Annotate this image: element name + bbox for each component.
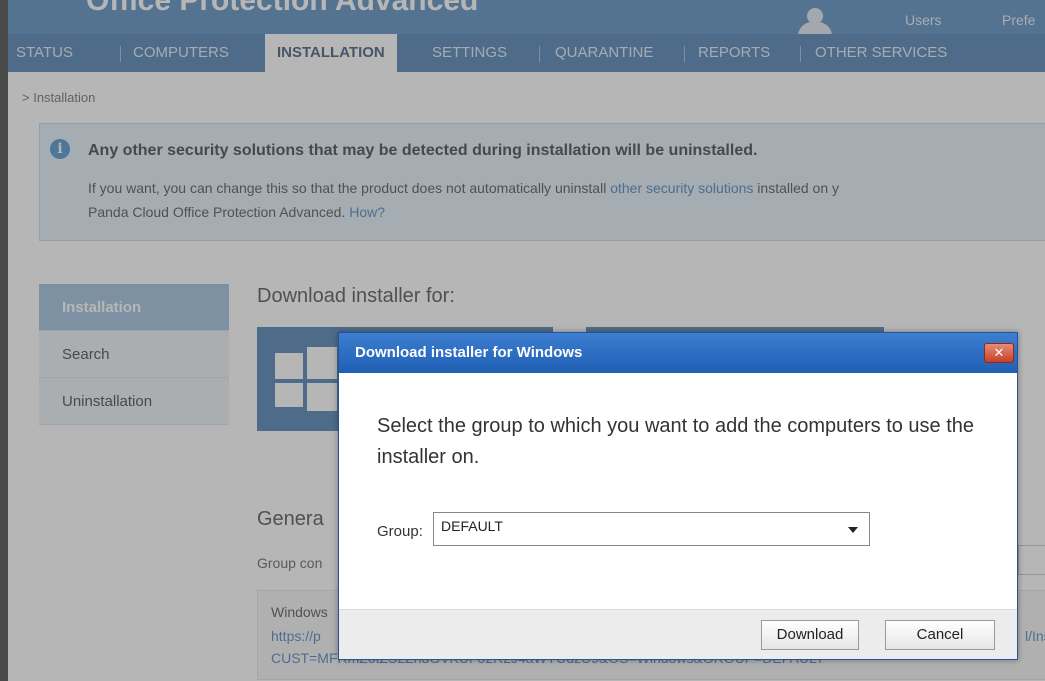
close-icon[interactable]: ✕ <box>984 343 1014 363</box>
cancel-button[interactable]: Cancel <box>885 620 995 650</box>
download-button[interactable]: Download <box>761 620 859 650</box>
dialog-message: Select the group to which you want to ad… <box>377 415 975 468</box>
group-label: Group: <box>377 523 423 540</box>
window-frame-edge <box>0 0 8 681</box>
page: Office Protection Advanced Users Prefe S… <box>8 0 1045 681</box>
group-select-value: DEFAULT <box>441 518 503 534</box>
group-select[interactable]: DEFAULT <box>433 512 870 546</box>
dialog-titlebar: Download installer for Windows ✕ <box>339 333 1017 373</box>
dialog-footer: Download Cancel <box>339 609 1017 659</box>
download-installer-dialog: Download installer for Windows ✕ Select … <box>338 332 1018 660</box>
dialog-title: Download installer for Windows <box>355 344 583 361</box>
chevron-down-icon <box>848 527 858 533</box>
